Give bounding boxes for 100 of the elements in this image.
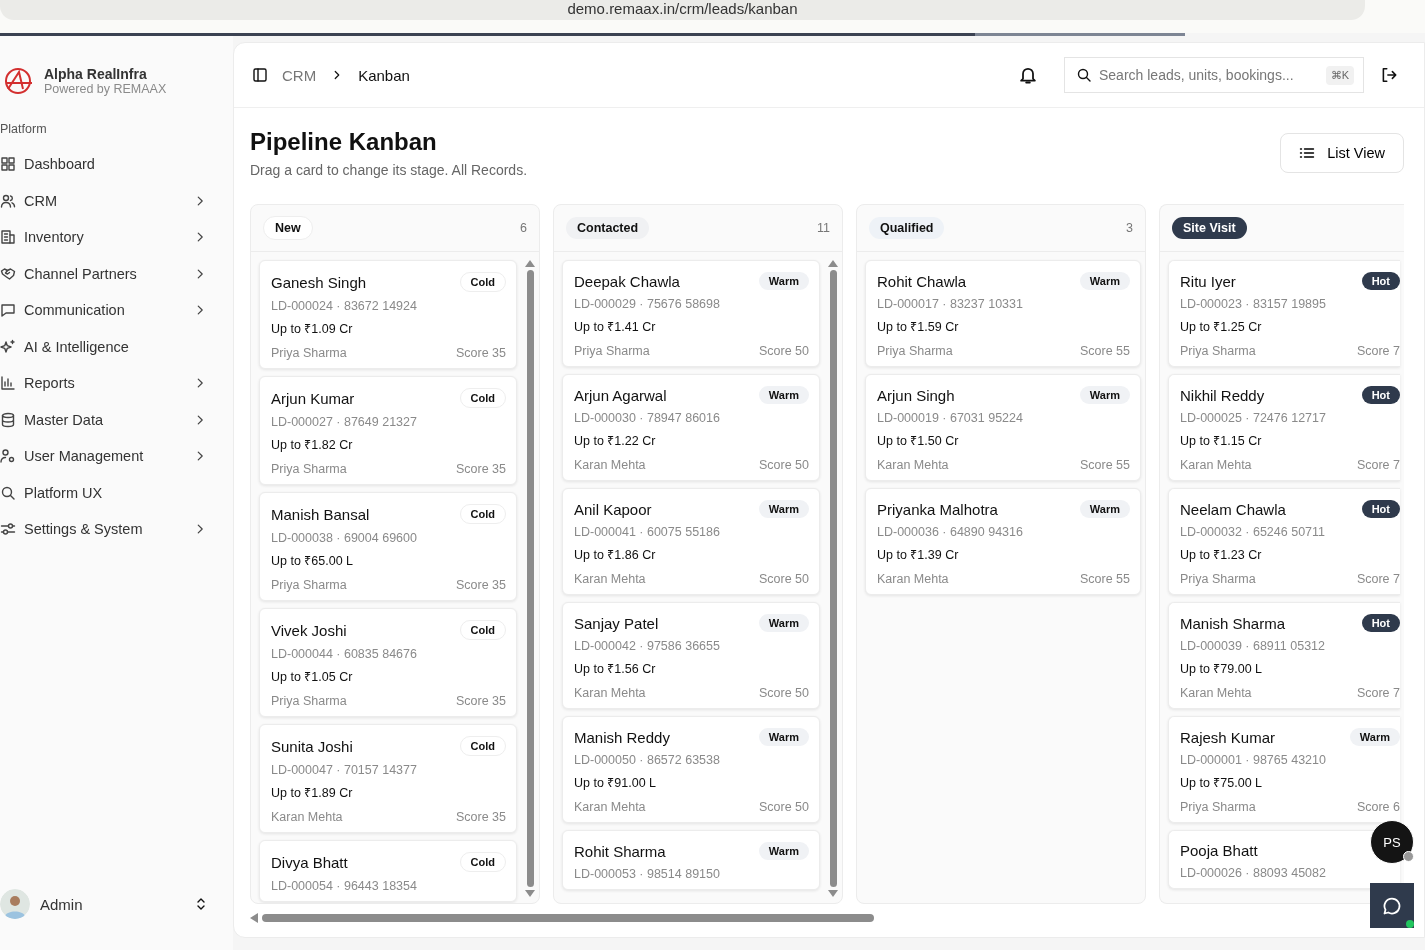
stage-label: New	[263, 216, 313, 240]
lead-name: Neelam Chawla	[1180, 500, 1286, 518]
budget-text: Up to ₹1.50 Cr	[877, 433, 960, 449]
lead-card[interactable]: Divya Bhatt Cold LD-000054 · 96443 18354	[259, 840, 517, 902]
lead-card[interactable]: Ritu Iyer Hot LD-000023 · 83157 19895 Up to ₹1.25 Cr Priya Sharma Score 7	[1168, 260, 1400, 367]
lead-card[interactable]: Manish Bansal Cold LD-000038 · 69004 69600 Up to ₹65.00 L Priya Sharma Score 35	[259, 492, 517, 601]
lead-card[interactable]: Arjun Singh Warm LD-000019 · 67031 95224 Up to ₹1.50 Cr Karan Mehta Score 55	[865, 374, 1141, 481]
budget-text: Up to ₹1.89 Cr	[271, 785, 354, 801]
logout-icon	[1380, 66, 1398, 84]
temperature-tag: Warm	[758, 272, 809, 290]
scroll-down-icon[interactable]	[525, 890, 535, 897]
score-text: Score 35	[455, 346, 506, 360]
owner-name: Karan Mehta	[574, 800, 646, 814]
user-gear-icon	[0, 448, 16, 465]
temperature-tag: Warm	[1349, 728, 1400, 746]
nav-item[interactable]: CRM	[0, 182, 233, 219]
lead-card[interactable]: Arjun Kumar Cold LD-000027 · 87649 21327 Up to ₹1.82 Cr Priya Sharma Score 35	[259, 376, 517, 485]
score-text: Score 50	[758, 458, 809, 472]
lead-card[interactable]: Rohit Chawla Warm LD-000017 · 83237 10331 Up to ₹1.59 Cr Priya Sharma Score 55	[865, 260, 1141, 367]
logo-icon	[4, 67, 34, 95]
lead-card[interactable]: Arjun Agarwal Warm LD-000030 · 78947 86016 Up to ₹1.22 Cr Karan Mehta Score 50	[562, 374, 820, 481]
score-text: Score 55	[1079, 458, 1130, 472]
lead-card[interactable]: Manish Reddy Warm LD-000050 · 86572 63538 Up to ₹91.00 L Karan Mehta Score 50	[562, 716, 820, 823]
page-title: Pipeline Kanban	[250, 128, 438, 156]
lead-name: Deepak Chawla	[574, 272, 680, 290]
lead-card[interactable]: Vivek Joshi Cold LD-000044 · 60835 84676 Up to ₹1.05 Cr Priya Sharma Score 35	[259, 608, 517, 717]
lead-reference: LD-000053 · 98514 89150	[574, 867, 721, 881]
owner-name: Karan Mehta	[574, 458, 646, 472]
list-view-button[interactable]: List View	[1280, 133, 1404, 173]
lead-card[interactable]: Sunita Joshi Cold LD-000047 · 70157 14377 Up to ₹1.89 Cr Karan Mehta Score 35	[259, 724, 517, 833]
score-text: Score 7	[1356, 458, 1400, 472]
lead-card[interactable]: Rohit Sharma Warm LD-000053 · 98514 89150	[562, 830, 820, 890]
temperature-tag: Cold	[459, 388, 506, 408]
nav-item[interactable]: Reports	[0, 365, 233, 402]
scroll-left-icon[interactable]	[250, 913, 258, 923]
chat-button[interactable]	[1370, 883, 1414, 928]
lead-card[interactable]: Manish Sharma Hot LD-000039 · 68911 05312 Up to ₹79.00 L Karan Mehta Score 7	[1168, 602, 1400, 709]
lead-card[interactable]: Nikhil Reddy Hot LD-000025 · 72476 12717 Up to ₹1.15 Cr Karan Mehta Score 7	[1168, 374, 1400, 481]
score-text: Score 50	[758, 800, 809, 814]
lead-card[interactable]: Sanjay Patel Warm LD-000042 · 97586 36655 Up to ₹1.56 Cr Karan Mehta Score 50	[562, 602, 820, 709]
lead-card[interactable]: Neelam Chawla Hot LD-000032 · 65246 50711 Up to ₹1.23 Cr Priya Sharma Score 7	[1168, 488, 1400, 595]
nav-item[interactable]: Channel Partners	[0, 255, 233, 292]
lead-name: Divya Bhatt	[271, 853, 348, 871]
users-icon	[0, 192, 16, 209]
nav-item[interactable]: User Management	[0, 438, 233, 475]
temperature-tag: Cold	[459, 852, 506, 872]
lead-name: Ganesh Singh	[271, 273, 367, 291]
score-text: Score 35	[455, 810, 506, 824]
scroll-down-icon[interactable]	[828, 890, 838, 897]
sidebar-toggle-icon	[252, 67, 268, 83]
budget-text: Up to ₹1.56 Cr	[574, 661, 657, 677]
nav-item[interactable]: Platform UX	[0, 474, 233, 511]
section-label: Platform	[0, 122, 48, 136]
lead-card[interactable]: Rajesh Kumar Warm LD-000001 · 98765 43210 Up to ₹75.00 L Priya Sharma Score 6	[1168, 716, 1400, 823]
user-menu[interactable]: Admin	[0, 884, 233, 924]
budget-text: Up to ₹1.25 Cr	[1180, 319, 1263, 335]
nav-item[interactable]: Communication	[0, 292, 233, 329]
score-text: Score 50	[758, 572, 809, 586]
score-text: Score 35	[455, 462, 506, 476]
address-bar[interactable]: demo.remaax.in/crm/leads/kanban	[0, 0, 1365, 20]
lead-name: Vivek Joshi	[271, 621, 347, 639]
speech-bubble-icon	[0, 302, 16, 319]
lead-name: Manish Bansal	[271, 505, 370, 523]
nav-item[interactable]: Settings & System	[0, 511, 233, 548]
list-icon	[1299, 145, 1316, 161]
score-text: Score 7	[1356, 344, 1400, 358]
nav-item[interactable]: Inventory	[0, 219, 233, 256]
card-count: 6	[520, 221, 527, 235]
breadcrumb-link[interactable]: Kanban	[358, 66, 410, 84]
lead-card[interactable]: Priyanka Malhotra Warm LD-000036 · 64890 94316 Up to ₹1.39 Cr Karan Mehta Score 55	[865, 488, 1141, 595]
horizontal-scrollbar[interactable]	[250, 911, 874, 925]
budget-text: Up to ₹1.22 Cr	[574, 433, 657, 449]
temperature-tag: Warm	[758, 614, 809, 632]
sparkles-icon	[0, 338, 16, 355]
scroll-up-icon[interactable]	[828, 260, 838, 267]
lead-reference: LD-000050 · 86572 63538	[574, 753, 721, 767]
score-text: Score 50	[758, 344, 809, 358]
page-subtitle: Drag a card to change its stage. All Records.	[250, 162, 528, 178]
temperature-tag: Hot	[1361, 500, 1400, 518]
scroll-up-icon[interactable]	[525, 260, 535, 267]
database-icon	[0, 411, 16, 428]
temperature-tag: Cold	[459, 272, 506, 292]
lead-reference: LD-000027 · 87649 21327	[271, 415, 418, 429]
lead-name: Rohit Sharma	[574, 842, 666, 860]
nav-item[interactable]: AI & Intelligence	[0, 328, 233, 365]
lead-card[interactable]: Deepak Chawla Warm LD-000029 · 75676 58698 Up to ₹1.41 Cr Priya Sharma Score 50	[562, 260, 820, 367]
lead-name: Pooja Bhatt	[1180, 842, 1258, 859]
lead-reference: LD-000042 · 97586 36655	[574, 639, 721, 653]
stage-label: Site Visit	[1172, 217, 1247, 239]
budget-text: Up to ₹65.00 L	[271, 553, 355, 569]
nav-item[interactable]: Dashboard	[0, 146, 233, 183]
breadcrumb-link[interactable]: CRM	[282, 66, 317, 84]
stage-label: Qualified	[869, 217, 945, 239]
building-icon	[0, 229, 16, 246]
bar-chart-icon	[0, 375, 16, 392]
temperature-tag: Hot	[1361, 614, 1400, 632]
nav-item[interactable]: Master Data	[0, 401, 233, 438]
lead-card[interactable]: Anil Kapoor Warm LD-000041 · 60075 55186 Up to ₹1.86 Cr Karan Mehta Score 50	[562, 488, 820, 595]
lead-card[interactable]: Ganesh Singh Cold LD-000024 · 83672 14924 Up to ₹1.09 Cr Priya Sharma Score 35	[259, 260, 517, 369]
budget-text: Up to ₹79.00 L	[1180, 661, 1264, 677]
